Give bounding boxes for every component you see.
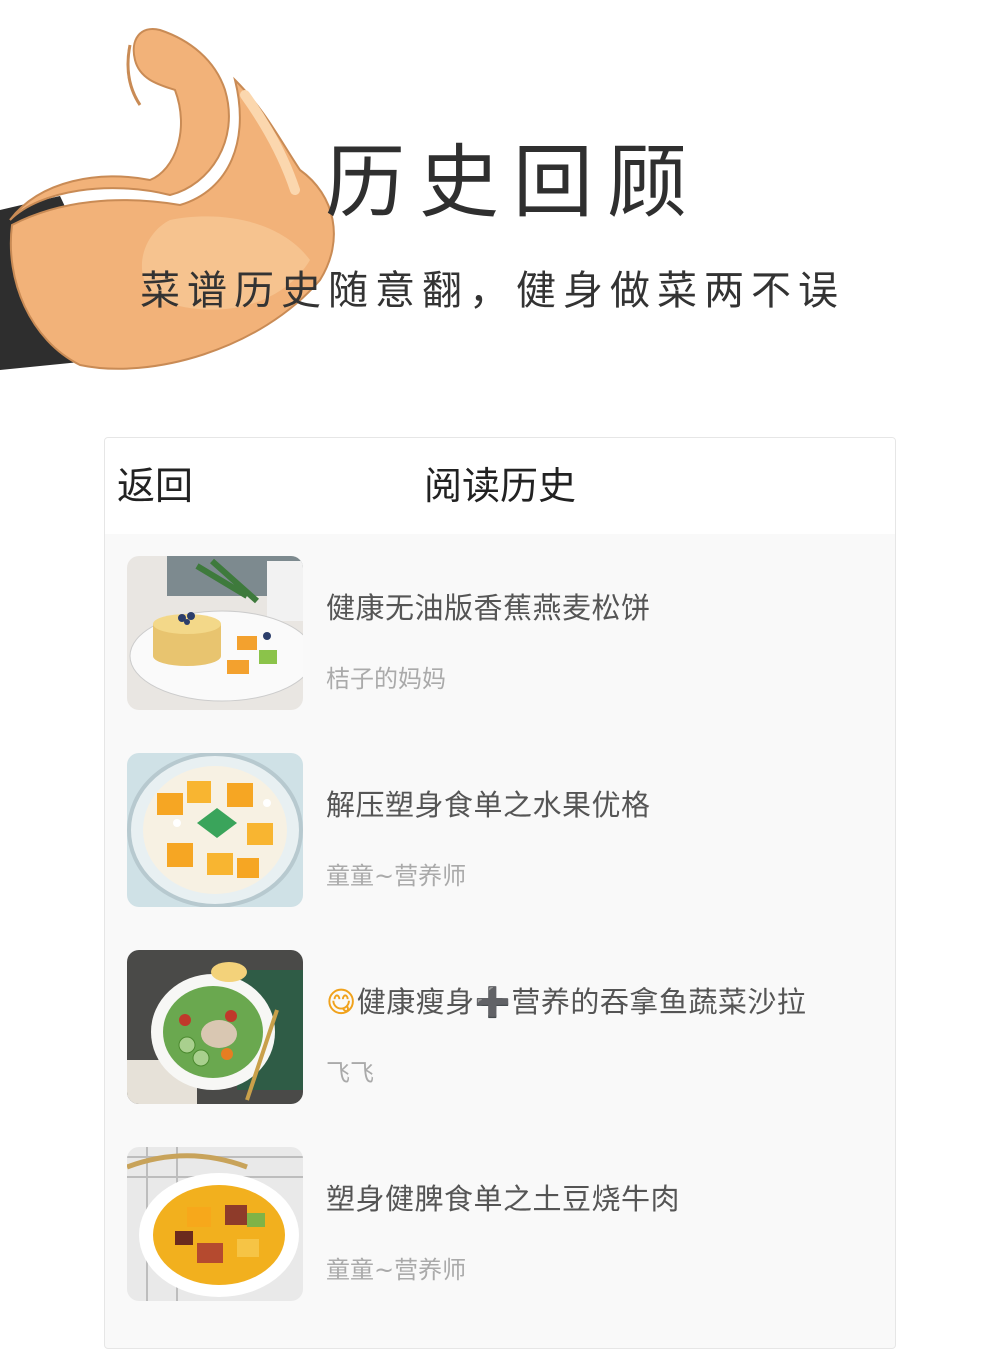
recipe-author: 飞飞 — [326, 1059, 374, 1087]
navbar: 返回 阅读历史 — [105, 438, 895, 534]
recipe-title: 😋健康瘦身➕营养的吞拿鱼蔬菜沙拉 — [326, 985, 807, 1019]
recipe-title: 健康无油版香蕉燕麦松饼 — [326, 591, 651, 625]
hero-banner: 历史回顾 菜谱历史随意翻，健身做菜两不误 — [0, 0, 1000, 400]
page-title: 阅读历史 — [423, 464, 576, 508]
recipe-title: 塑身健脾食单之土豆烧牛肉 — [326, 1182, 681, 1216]
list-item[interactable]: 😋健康瘦身➕营养的吞拿鱼蔬菜沙拉 飞飞 — [105, 928, 895, 1125]
list-item[interactable]: 塑身健脾食单之土豆烧牛肉 童童~营养师 — [105, 1125, 895, 1322]
potato-beef-stew-photo — [127, 1147, 303, 1301]
pancake-stack-photo — [127, 556, 303, 710]
reading-history-panel: 返回 阅读历史 健康无油版香蕉燕麦松饼 桔子的妈妈 解压塑身食单之水果优格 童童… — [104, 437, 896, 1349]
recipe-author: 桔子的妈妈 — [326, 665, 446, 693]
list-item[interactable]: 解压塑身食单之水果优格 童童~营养师 — [105, 731, 895, 928]
yum-emoji-icon: 😋 — [326, 985, 357, 1019]
mango-yogurt-bowl-photo — [127, 753, 303, 907]
recipe-author: 童童~营养师 — [326, 862, 467, 890]
hero-title: 历史回顾 — [325, 136, 701, 229]
tuna-salad-plate-photo — [127, 950, 303, 1104]
flexed-arm-icon — [0, 28, 335, 370]
list-item[interactable]: 健康无油版香蕉燕麦松饼 桔子的妈妈 — [105, 534, 895, 731]
recipe-title: 解压塑身食单之水果优格 — [326, 788, 651, 822]
recipe-author: 童童~营养师 — [326, 1256, 467, 1284]
hero-subtitle: 菜谱历史随意翻，健身做菜两不误 — [140, 268, 845, 314]
